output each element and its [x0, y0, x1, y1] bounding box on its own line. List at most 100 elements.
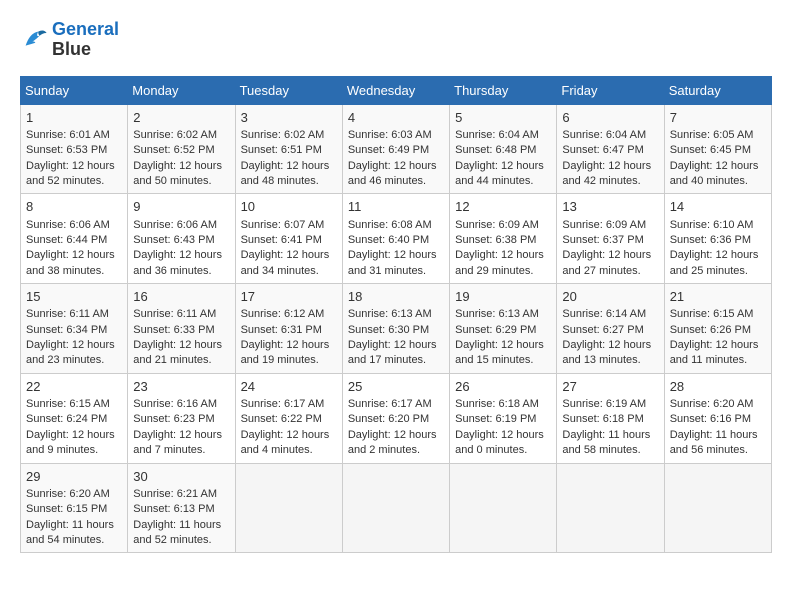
- day-info: Sunrise: 6:14 AM: [562, 308, 646, 320]
- day-info: Sunset: 6:53 PM: [26, 144, 107, 156]
- day-info: Daylight: 12 hours: [348, 249, 437, 261]
- day-info: and 7 minutes.: [133, 444, 205, 456]
- day-info: and 38 minutes.: [26, 265, 104, 277]
- calendar-cell: 19Sunrise: 6:13 AMSunset: 6:29 PMDayligh…: [450, 284, 557, 374]
- day-info: Sunset: 6:16 PM: [670, 413, 751, 425]
- calendar-week-row: 8Sunrise: 6:06 AMSunset: 6:44 PMDaylight…: [21, 194, 772, 284]
- day-info: Daylight: 12 hours: [26, 339, 115, 351]
- day-info: and 11 minutes.: [670, 354, 747, 366]
- calendar-cell: 11Sunrise: 6:08 AMSunset: 6:40 PMDayligh…: [342, 194, 449, 284]
- day-info: Sunset: 6:36 PM: [670, 234, 751, 246]
- day-info: and 21 minutes.: [133, 354, 211, 366]
- day-info: Sunrise: 6:04 AM: [455, 129, 539, 141]
- day-info: Daylight: 12 hours: [133, 249, 222, 261]
- calendar-cell: 5Sunrise: 6:04 AMSunset: 6:48 PMDaylight…: [450, 104, 557, 194]
- day-info: and 54 minutes.: [26, 534, 104, 546]
- day-info: Sunset: 6:23 PM: [133, 413, 214, 425]
- day-number: 12: [455, 198, 551, 216]
- calendar-week-row: 15Sunrise: 6:11 AMSunset: 6:34 PMDayligh…: [21, 284, 772, 374]
- day-info: Sunrise: 6:17 AM: [241, 398, 325, 410]
- day-info: Sunrise: 6:03 AM: [348, 129, 432, 141]
- day-info: Sunrise: 6:20 AM: [670, 398, 754, 410]
- day-number: 27: [562, 378, 658, 396]
- day-info: and 44 minutes.: [455, 175, 533, 187]
- day-info: Daylight: 12 hours: [455, 339, 544, 351]
- day-info: Sunset: 6:29 PM: [455, 324, 536, 336]
- day-info: Sunrise: 6:12 AM: [241, 308, 325, 320]
- calendar-cell: 24Sunrise: 6:17 AMSunset: 6:22 PMDayligh…: [235, 373, 342, 463]
- page-header: GeneralBlue: [20, 20, 772, 60]
- calendar-cell: 4Sunrise: 6:03 AMSunset: 6:49 PMDaylight…: [342, 104, 449, 194]
- day-number: 3: [241, 109, 337, 127]
- day-info: and 13 minutes.: [562, 354, 640, 366]
- calendar-cell: 7Sunrise: 6:05 AMSunset: 6:45 PMDaylight…: [664, 104, 771, 194]
- day-info: Sunrise: 6:16 AM: [133, 398, 217, 410]
- day-info: Sunrise: 6:10 AM: [670, 219, 754, 231]
- day-info: Sunset: 6:34 PM: [26, 324, 107, 336]
- weekday-header: Thursday: [450, 76, 557, 104]
- day-info: Sunrise: 6:06 AM: [26, 219, 110, 231]
- day-info: Sunset: 6:13 PM: [133, 503, 214, 515]
- calendar-cell: 30Sunrise: 6:21 AMSunset: 6:13 PMDayligh…: [128, 463, 235, 553]
- day-info: Sunset: 6:31 PM: [241, 324, 322, 336]
- calendar-cell: 28Sunrise: 6:20 AMSunset: 6:16 PMDayligh…: [664, 373, 771, 463]
- day-info: Sunset: 6:30 PM: [348, 324, 429, 336]
- calendar-cell: 3Sunrise: 6:02 AMSunset: 6:51 PMDaylight…: [235, 104, 342, 194]
- calendar-table: SundayMondayTuesdayWednesdayThursdayFrid…: [20, 76, 772, 554]
- calendar-cell: 9Sunrise: 6:06 AMSunset: 6:43 PMDaylight…: [128, 194, 235, 284]
- calendar-cell: [235, 463, 342, 553]
- day-info: Daylight: 12 hours: [241, 160, 330, 172]
- calendar-cell: 26Sunrise: 6:18 AMSunset: 6:19 PMDayligh…: [450, 373, 557, 463]
- calendar-week-row: 29Sunrise: 6:20 AMSunset: 6:15 PMDayligh…: [21, 463, 772, 553]
- day-number: 21: [670, 288, 766, 306]
- day-info: Daylight: 12 hours: [455, 429, 544, 441]
- day-info: Daylight: 12 hours: [670, 160, 759, 172]
- weekday-header: Saturday: [664, 76, 771, 104]
- day-info: Daylight: 12 hours: [670, 249, 759, 261]
- day-info: Sunrise: 6:21 AM: [133, 488, 217, 500]
- day-number: 23: [133, 378, 229, 396]
- day-info: Daylight: 12 hours: [133, 160, 222, 172]
- day-info: Sunrise: 6:20 AM: [26, 488, 110, 500]
- weekday-header: Wednesday: [342, 76, 449, 104]
- calendar-cell: [342, 463, 449, 553]
- day-info: and 34 minutes.: [241, 265, 319, 277]
- day-info: Sunrise: 6:11 AM: [26, 308, 109, 320]
- day-number: 14: [670, 198, 766, 216]
- day-info: and 25 minutes.: [670, 265, 748, 277]
- day-number: 19: [455, 288, 551, 306]
- day-info: Sunrise: 6:09 AM: [562, 219, 646, 231]
- day-number: 5: [455, 109, 551, 127]
- day-info: Daylight: 11 hours: [562, 429, 650, 441]
- day-number: 7: [670, 109, 766, 127]
- day-info: Sunset: 6:15 PM: [26, 503, 107, 515]
- day-info: Daylight: 12 hours: [26, 160, 115, 172]
- day-info: Sunrise: 6:06 AM: [133, 219, 217, 231]
- day-info: and 31 minutes.: [348, 265, 426, 277]
- calendar-cell: 8Sunrise: 6:06 AMSunset: 6:44 PMDaylight…: [21, 194, 128, 284]
- day-info: Daylight: 11 hours: [670, 429, 758, 441]
- calendar-cell: 29Sunrise: 6:20 AMSunset: 6:15 PMDayligh…: [21, 463, 128, 553]
- day-number: 24: [241, 378, 337, 396]
- day-info: and 42 minutes.: [562, 175, 640, 187]
- weekday-header: Sunday: [21, 76, 128, 104]
- calendar-cell: [557, 463, 664, 553]
- calendar-cell: 10Sunrise: 6:07 AMSunset: 6:41 PMDayligh…: [235, 194, 342, 284]
- day-info: Daylight: 12 hours: [562, 339, 651, 351]
- day-info: and 58 minutes.: [562, 444, 640, 456]
- day-info: Sunset: 6:19 PM: [455, 413, 536, 425]
- day-info: Sunset: 6:27 PM: [562, 324, 643, 336]
- calendar-cell: 16Sunrise: 6:11 AMSunset: 6:33 PMDayligh…: [128, 284, 235, 374]
- day-info: and 52 minutes.: [133, 534, 211, 546]
- day-info: and 19 minutes.: [241, 354, 319, 366]
- day-info: Sunrise: 6:05 AM: [670, 129, 754, 141]
- day-info: and 9 minutes.: [26, 444, 98, 456]
- day-info: and 52 minutes.: [26, 175, 104, 187]
- calendar-cell: 1Sunrise: 6:01 AMSunset: 6:53 PMDaylight…: [21, 104, 128, 194]
- day-number: 18: [348, 288, 444, 306]
- day-info: Sunset: 6:52 PM: [133, 144, 214, 156]
- day-info: Daylight: 12 hours: [133, 429, 222, 441]
- day-info: Sunset: 6:41 PM: [241, 234, 322, 246]
- calendar-cell: 18Sunrise: 6:13 AMSunset: 6:30 PMDayligh…: [342, 284, 449, 374]
- day-number: 13: [562, 198, 658, 216]
